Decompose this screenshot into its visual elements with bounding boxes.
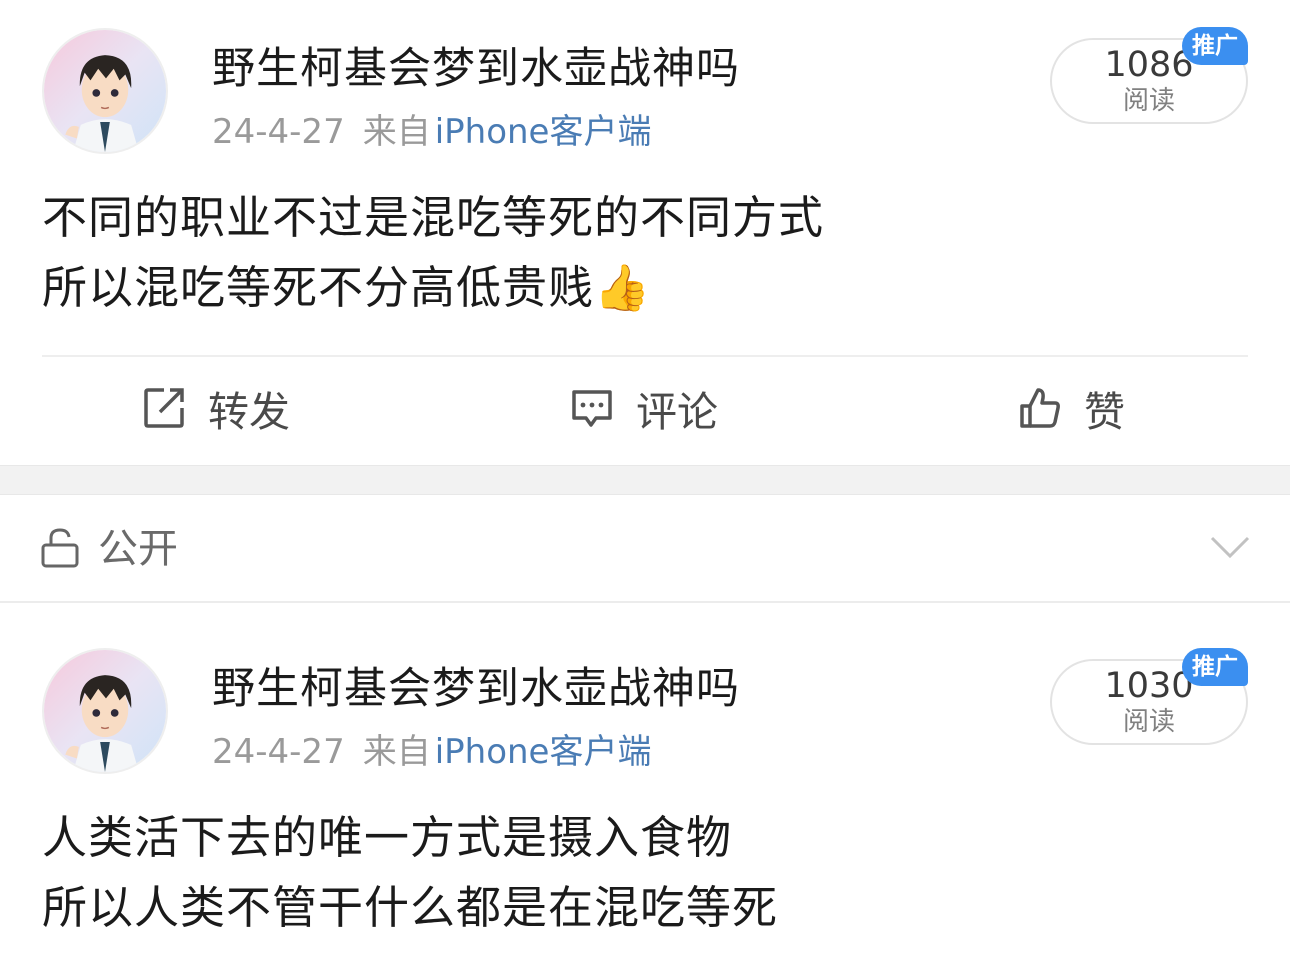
username[interactable]: 野生柯基会梦到水壶战神吗 bbox=[212, 42, 740, 96]
read-label: 阅读 bbox=[1122, 707, 1175, 737]
avatar[interactable] bbox=[42, 648, 168, 774]
promote-badge[interactable]: 推广 bbox=[1182, 648, 1248, 686]
comment-icon bbox=[572, 390, 612, 427]
comment-button[interactable]: 评论 bbox=[570, 378, 718, 438]
post-content: 不同的职业不过是混吃等死的不同方式 所以混吃等死不分高低贵贱👍 bbox=[42, 183, 824, 323]
avatar[interactable] bbox=[42, 28, 168, 154]
post-meta: 24-4-27 来自 iPhone客户端 bbox=[212, 730, 651, 774]
divider bbox=[42, 355, 1248, 357]
chevron-down-icon[interactable] bbox=[1208, 532, 1252, 562]
visibility-row[interactable]: 公开 bbox=[0, 496, 1290, 603]
post-card: 野生柯基会梦到水壶战神吗 24-4-27 来自 iPhone客户端 1030 阅读 … bbox=[0, 604, 1290, 976]
post-date: 24-4-27 bbox=[212, 732, 345, 772]
read-label: 阅读 bbox=[1122, 86, 1175, 116]
like-button[interactable]: 赞 bbox=[1018, 378, 1125, 438]
post-text-line: 所以人类不管干什么都是在混吃等死 bbox=[42, 881, 779, 934]
repost-label: 转发 bbox=[208, 388, 290, 436]
post-text-line: 人类活下去的唯一方式是摄入食物 bbox=[42, 811, 733, 864]
source-prefix: 来自 bbox=[362, 732, 431, 772]
section-gap bbox=[0, 465, 1290, 495]
source-prefix: 来自 bbox=[362, 112, 431, 152]
username[interactable]: 野生柯基会梦到水壶战神吗 bbox=[212, 662, 740, 716]
comment-label: 评论 bbox=[636, 388, 718, 436]
post-text-line: 不同的职业不过是混吃等死的不同方式 bbox=[42, 191, 825, 244]
post-meta: 24-4-27 来自 iPhone客户端 bbox=[212, 110, 651, 154]
promote-badge[interactable]: 推广 bbox=[1182, 27, 1248, 65]
repost-button[interactable]: 转发 bbox=[142, 378, 290, 438]
source-client-link[interactable]: iPhone客户端 bbox=[435, 732, 652, 772]
post-date: 24-4-27 bbox=[212, 112, 345, 152]
thumbs-up-icon bbox=[1020, 388, 1060, 428]
post-content: 人类活下去的唯一方式是摄入食物 所以人类不管干什么都是在混吃等死 bbox=[42, 803, 778, 943]
like-label: 赞 bbox=[1084, 388, 1125, 436]
post-card: 野生柯基会梦到水壶战神吗 24-4-27 来自 iPhone客户端 1086 阅读 … bbox=[0, 0, 1290, 465]
share-edit-icon bbox=[144, 388, 184, 428]
visibility-label: 公开 bbox=[98, 526, 178, 572]
source-client-link[interactable]: iPhone客户端 bbox=[435, 112, 652, 152]
post-text-line: 所以混吃等死不分高低贵贱👍 bbox=[42, 261, 652, 314]
unlock-icon bbox=[41, 528, 79, 568]
